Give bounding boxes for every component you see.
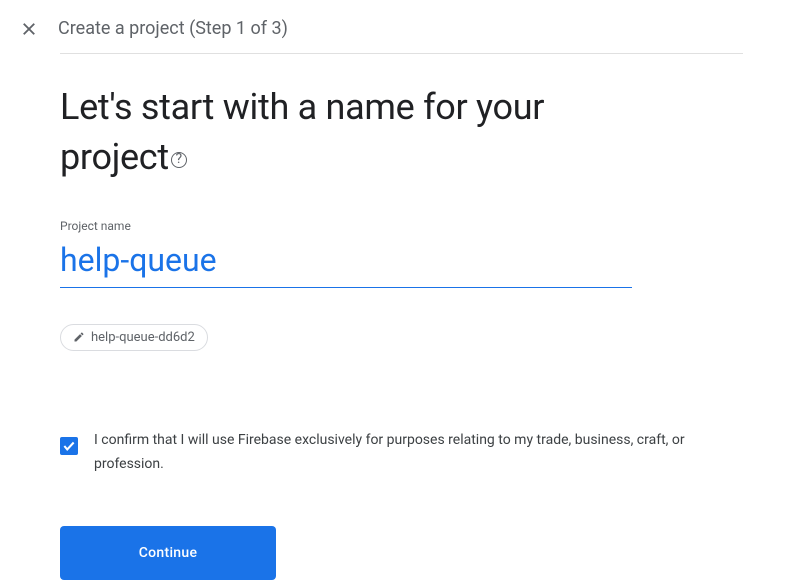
help-icon[interactable]: ?	[171, 152, 187, 168]
main-heading: Let's start with a name for your project	[60, 86, 544, 178]
close-icon	[20, 20, 38, 38]
dialog-title: Create a project (Step 1 of 3)	[58, 18, 288, 39]
confirm-checkbox[interactable]	[60, 437, 78, 455]
project-name-input[interactable]	[60, 239, 632, 288]
close-button[interactable]	[20, 20, 38, 38]
divider	[60, 53, 743, 54]
continue-button[interactable]: Continue	[60, 526, 276, 580]
pencil-icon	[73, 331, 85, 343]
confirm-row: I confirm that I will use Firebase exclu…	[60, 429, 743, 477]
checkmark-icon	[62, 439, 76, 453]
confirm-text: I confirm that I will use Firebase exclu…	[94, 429, 743, 477]
dialog-content: Let's start with a name for your project…	[0, 53, 803, 580]
heading-section: Let's start with a name for your project…	[60, 82, 580, 183]
project-id-text: help-queue-dd6d2	[91, 330, 195, 345]
dialog-header: Create a project (Step 1 of 3)	[0, 0, 803, 53]
project-id-chip[interactable]: help-queue-dd6d2	[60, 324, 208, 351]
project-name-label: Project name	[60, 219, 743, 233]
